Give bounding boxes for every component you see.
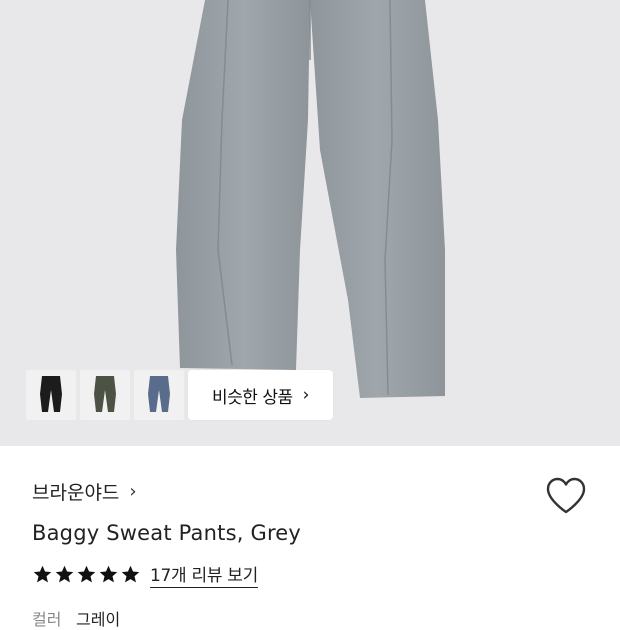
chevron-right-icon: ›	[302, 385, 310, 405]
star-icon	[121, 565, 140, 583]
similar-products-label: 비슷한 상품	[212, 387, 293, 408]
similar-products-strip: 비슷한 상품 ›	[26, 370, 333, 420]
thumb-black-pants	[40, 376, 62, 412]
heart-outline-icon[interactable]	[545, 476, 587, 516]
similar-thumb-black[interactable]	[26, 370, 76, 420]
similar-thumb-olive[interactable]	[80, 370, 130, 420]
star-icon	[55, 565, 74, 583]
review-link[interactable]: 17개 리뷰 보기	[150, 561, 258, 588]
brand-name: 브라운야드	[32, 482, 120, 504]
similar-products-button[interactable]: 비슷한 상품 ›	[188, 370, 333, 420]
color-row: 컬러 그레이	[32, 606, 620, 630]
thumb-olive-pants	[94, 376, 116, 412]
color-value: 그레이	[76, 610, 121, 629]
star-icon	[33, 565, 52, 583]
rating-row: 17개 리뷰 보기	[32, 561, 620, 588]
product-title: Baggy Sweat Pants, Grey	[32, 521, 302, 545]
thumb-navy-pants	[148, 376, 170, 412]
product-image[interactable]: 비슷한 상품 ›	[0, 0, 620, 446]
chevron-right-icon: ›	[129, 481, 137, 502]
star-rating	[32, 564, 142, 585]
product-info: 브라운야드 › Baggy Sweat Pants, Grey 17개 리뷰 보…	[32, 478, 620, 630]
star-icon	[77, 565, 96, 583]
star-icon	[99, 565, 118, 583]
brand-link[interactable]: 브라운야드 ›	[32, 478, 620, 505]
similar-thumb-navy[interactable]	[134, 370, 184, 420]
color-label: 컬러	[32, 610, 62, 629]
